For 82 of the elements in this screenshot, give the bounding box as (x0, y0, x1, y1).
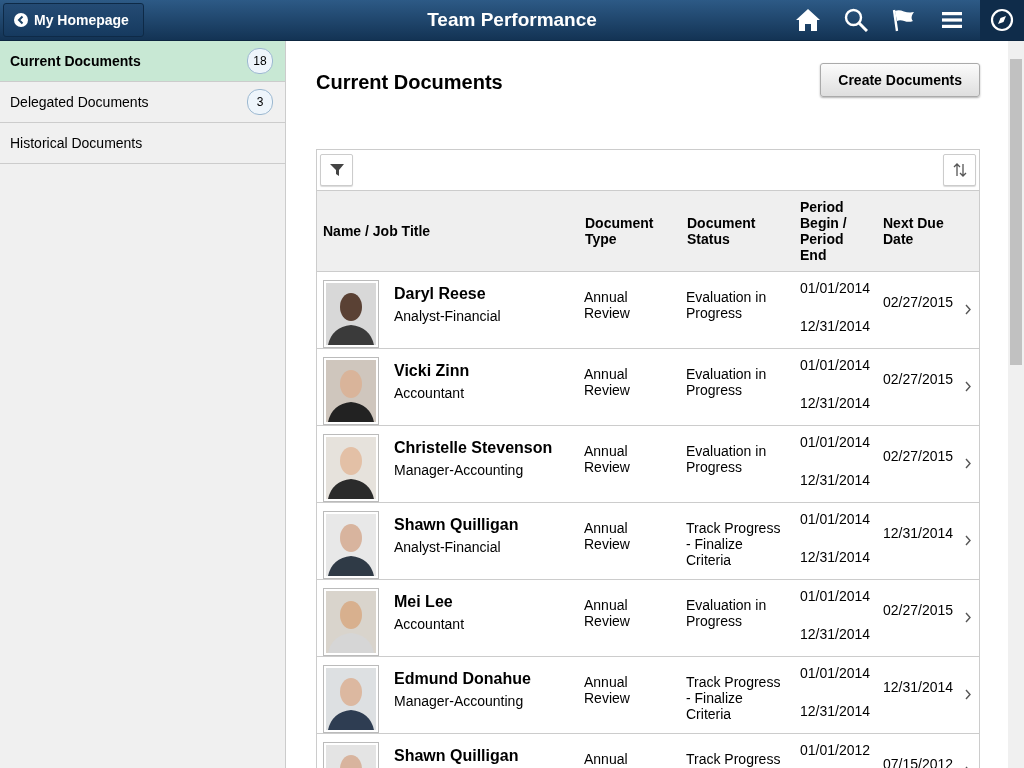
chevron-right-icon (965, 689, 971, 700)
chevron-right-icon (965, 535, 971, 546)
column-header: Name / Job Title (322, 223, 432, 239)
sidebar-item[interactable]: Historical Documents (0, 123, 285, 164)
next-due-date: 02/27/2015 (883, 449, 954, 464)
period-begin: 01/01/2014 (800, 665, 871, 681)
document-type: Annual Review (584, 520, 630, 552)
period-end: 12/31/2014 (800, 703, 871, 719)
document-type: Annual (584, 751, 628, 767)
table-row[interactable]: Vicki Zinn Accountant Annual Review Evaluation in Progress 01/01/2014 12/31/2014 02/27/2015 (317, 349, 979, 426)
scrollbar[interactable] (1008, 41, 1024, 768)
table-row[interactable]: Shawn Quilligan Analyst-Financial Annual Review Track Progress - Finalize Criteria 01/01/2014 12/31/2014 12/31/2014 (317, 503, 979, 580)
compass-icon[interactable] (980, 0, 1024, 40)
document-type: Annual Review (584, 366, 630, 398)
chevron-right-icon (965, 612, 971, 623)
document-status: Evaluation in Progress (686, 289, 767, 321)
count-badge: 18 (247, 48, 273, 74)
sidebar-item[interactable]: Delegated Documents 3 (0, 82, 285, 123)
table-row[interactable]: Daryl Reese Analyst-Financial Annual Review Evaluation in Progress 01/01/2014 12/31/2014 02/27/2015 (317, 272, 979, 349)
document-type: Annual Review (584, 674, 630, 706)
employee-name: Vicki Zinn (394, 362, 470, 380)
column-header: Document Status (686, 215, 757, 247)
document-type: Annual Review (584, 443, 630, 475)
next-due-date: 12/31/2014 (883, 680, 954, 695)
document-status: Track Progress - Finalize Criteria (686, 674, 781, 722)
period-begin: 01/01/2012 (800, 742, 871, 758)
sidebar-label: Delegated Documents (10, 94, 149, 110)
chevron-right-icon (965, 304, 971, 315)
employee-name: Christelle Stevenson (394, 439, 553, 457)
document-status: Track Progress - Finalize Criteria (686, 520, 781, 568)
employee-name: Edmund Donahue (394, 670, 531, 688)
document-status: Evaluation in Progress (686, 366, 767, 398)
period-end: 12/31/2014 (800, 472, 871, 488)
sidebar-item[interactable]: Current Documents 18 (0, 41, 285, 82)
sort-button[interactable] (943, 154, 976, 186)
sort-icon (951, 162, 968, 178)
section-title: Current Documents (316, 71, 503, 94)
period-begin: 01/01/2014 (800, 588, 871, 604)
period-begin: 01/01/2014 (800, 357, 871, 373)
chevron-right-icon (965, 381, 971, 392)
period-begin: 01/01/2014 (800, 511, 871, 527)
period-end: 12/31/2014 (800, 318, 871, 334)
document-status: Evaluation in Progress (686, 443, 767, 475)
table-row[interactable]: Christelle Stevenson Manager-Accounting Annual Review Evaluation in Progress 01/01/2014 12/31/2014 02/27/2015 (317, 426, 979, 503)
employee-name: Daryl Reese (394, 285, 487, 303)
period-end: 12/31/2014 (800, 395, 871, 411)
employee-name: Shawn Quilligan (394, 516, 519, 534)
create-documents-button[interactable]: Create Documents (820, 63, 980, 97)
chevron-left-icon (14, 13, 28, 27)
period-end: 12/31/2014 (800, 626, 871, 642)
next-due-date: 02/27/2015 (883, 372, 954, 387)
job-title: Manager-Accounting (394, 693, 525, 709)
table-row[interactable]: Edmund Donahue Manager-Accounting Annual Review Track Progress - Finalize Criteria 01/01/2014 12/31/2014 12/31/2014 (317, 657, 979, 734)
employee-name: Mei Lee (394, 593, 454, 611)
table-row[interactable]: Mei Lee Accountant Annual Review Evaluation in Progress 01/01/2014 12/31/2014 02/27/2015 (317, 580, 979, 657)
chevron-right-icon (965, 458, 971, 469)
job-title: Analyst-Financial (394, 539, 502, 555)
job-title: Manager-Accounting (394, 462, 525, 478)
count-badge: 3 (247, 89, 273, 115)
job-title: Accountant (394, 616, 465, 632)
next-due-date: 02/27/2015 (883, 295, 954, 310)
job-title: Accountant (394, 385, 466, 401)
document-type: Annual Review (584, 597, 630, 629)
next-due-date: 02/27/2015 (883, 603, 954, 618)
sidebar-label: Historical Documents (10, 135, 143, 151)
column-header: Period Begin / Period End (799, 199, 848, 263)
filter-button[interactable] (320, 154, 353, 186)
filter-icon (329, 163, 344, 177)
job-title: Analyst-Financial (394, 308, 501, 324)
document-status: Track Progress (686, 751, 781, 767)
page-title: Team Performance (427, 9, 597, 31)
next-due-date: 12/31/2014 (883, 526, 954, 541)
period-begin: 01/01/2014 (800, 434, 871, 450)
employee-name: Shawn Quilligan (394, 747, 519, 765)
document-type: Annual Review (584, 289, 630, 321)
column-header: Next Due Date (882, 215, 945, 247)
period-end: 12/31/2014 (800, 549, 871, 565)
document-status: Evaluation in Progress (686, 597, 767, 629)
back-button[interactable]: My Homepage (3, 3, 144, 37)
column-header: Document Type (584, 215, 655, 247)
period-begin: 01/01/2014 (800, 280, 871, 296)
sidebar-label: Current Documents (10, 53, 141, 69)
